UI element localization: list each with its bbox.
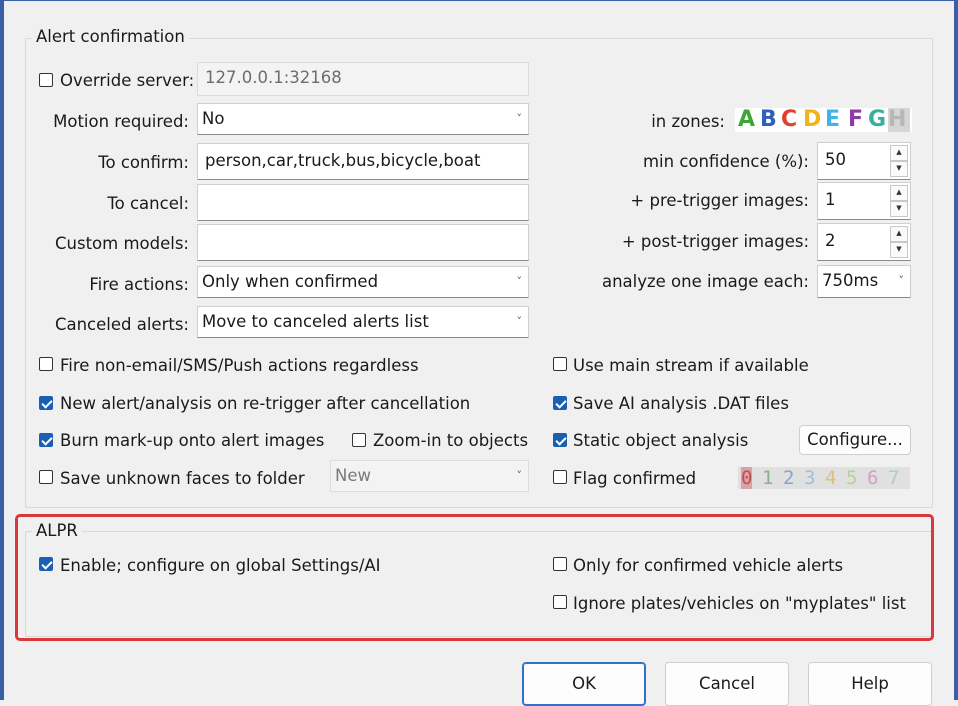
spin-up-icon[interactable]: ▲: [890, 226, 908, 242]
override-server-input[interactable]: 127.0.0.1:32168: [197, 62, 529, 96]
save-unknown-faces-label: Save unknown faces to folder: [60, 469, 305, 488]
motion-required-value: No: [202, 109, 225, 128]
flag-digit-4[interactable]: 4: [825, 467, 836, 489]
face-folder-value: New: [335, 466, 371, 485]
zone-selector[interactable]: A B C D E F G H: [735, 108, 912, 132]
canceled-alerts-value: Move to canceled alerts list: [202, 312, 429, 331]
flag-digits-selector[interactable]: 0 1 2 3 4 5 6 7: [738, 467, 910, 489]
chevron-down-icon: ˅: [516, 469, 523, 482]
in-zones-label: in zones:: [651, 112, 725, 131]
override-server-checkbox[interactable]: [39, 73, 53, 87]
to-cancel-label: To cancel:: [107, 194, 189, 213]
analyze-each-value: 750ms: [822, 271, 879, 290]
flag-digit-3[interactable]: 3: [804, 467, 815, 489]
static-object-checkbox[interactable]: [553, 433, 567, 447]
fire-actions-select[interactable]: Only when confirmed ˅: [197, 266, 529, 298]
flag-digit-6[interactable]: 6: [867, 467, 878, 489]
post-trigger-value: 2: [825, 231, 836, 250]
motion-required-select[interactable]: No ˅: [197, 103, 529, 135]
to-cancel-input[interactable]: [197, 184, 529, 221]
zone-d[interactable]: D: [803, 108, 821, 132]
zoom-in-label: Zoom-in to objects: [373, 431, 529, 450]
zone-a[interactable]: A: [738, 108, 755, 132]
use-main-stream-label: Use main stream if available: [573, 356, 809, 375]
flag-digit-5[interactable]: 5: [846, 467, 857, 489]
motion-required-label: Motion required:: [53, 112, 189, 131]
window-border-right: [954, 0, 958, 700]
to-confirm-label: To confirm:: [98, 153, 189, 172]
spin-down-icon[interactable]: ▼: [890, 161, 908, 177]
cancel-button[interactable]: Cancel: [665, 662, 789, 706]
burn-markup-checkbox[interactable]: [39, 433, 53, 447]
zone-b[interactable]: B: [760, 108, 777, 132]
canceled-alerts-select[interactable]: Move to canceled alerts list ˅: [197, 306, 529, 338]
pre-trigger-label: + pre-trigger images:: [630, 191, 809, 210]
static-object-label: Static object analysis: [573, 431, 749, 450]
post-trigger-label: + post-trigger images:: [621, 232, 809, 251]
custom-models-label: Custom models:: [55, 234, 189, 253]
zone-h[interactable]: H: [888, 108, 910, 132]
face-folder-select[interactable]: New ˅: [330, 460, 529, 492]
override-server-label: Override server:: [60, 71, 195, 90]
to-confirm-input[interactable]: person,car,truck,bus,bicycle,boat: [197, 143, 529, 180]
use-main-stream-checkbox[interactable]: [553, 357, 567, 371]
analyze-each-select[interactable]: 750ms ˅: [817, 265, 911, 298]
min-confidence-spinner[interactable]: 50 ▲ ▼: [817, 142, 911, 180]
pre-trigger-spinner[interactable]: 1 ▲ ▼: [817, 182, 911, 220]
zone-e[interactable]: E: [825, 108, 840, 132]
window-border-left: [0, 0, 4, 700]
zone-g[interactable]: G: [868, 108, 886, 132]
flag-confirmed-checkbox[interactable]: [553, 470, 567, 484]
burn-markup-label: Burn mark-up onto alert images: [60, 431, 325, 450]
fire-non-email-label: Fire non-email/SMS/Push actions regardle…: [60, 356, 419, 375]
min-confidence-value: 50: [825, 150, 846, 169]
zoom-in-checkbox[interactable]: [352, 433, 366, 447]
chevron-down-icon: ˅: [516, 275, 523, 288]
configure-button[interactable]: Configure...: [799, 425, 911, 455]
spin-down-icon[interactable]: ▼: [890, 201, 908, 217]
chevron-down-icon: ˅: [898, 274, 905, 287]
window-border-top: [0, 0, 958, 1]
flag-confirmed-label: Flag confirmed: [573, 469, 697, 488]
analyze-each-label: analyze one image each:: [601, 272, 809, 291]
alpr-highlight-box: [15, 514, 934, 641]
flag-digit-2[interactable]: 2: [783, 467, 794, 489]
zone-f[interactable]: F: [848, 108, 863, 132]
chevron-down-icon: ˅: [516, 315, 523, 328]
flag-digit-1[interactable]: 1: [762, 467, 773, 489]
spin-up-icon[interactable]: ▲: [890, 185, 908, 201]
save-dat-checkbox[interactable]: [553, 396, 567, 410]
chevron-down-icon: ˅: [516, 112, 523, 125]
zone-c[interactable]: C: [781, 108, 797, 132]
spin-down-icon[interactable]: ▼: [890, 242, 908, 258]
fire-actions-value: Only when confirmed: [202, 272, 379, 291]
new-alert-retrigger-checkbox[interactable]: [39, 396, 53, 410]
save-dat-label: Save AI analysis .DAT files: [573, 394, 789, 413]
help-button[interactable]: Help: [808, 662, 932, 706]
flag-digit-0[interactable]: 0: [741, 467, 753, 489]
pre-trigger-value: 1: [825, 190, 836, 209]
save-unknown-faces-checkbox[interactable]: [39, 470, 53, 484]
flag-digit-7[interactable]: 7: [888, 467, 899, 489]
alert-confirmation-title: Alert confirmation: [32, 27, 189, 47]
spin-up-icon[interactable]: ▲: [890, 145, 908, 161]
fire-non-email-checkbox[interactable]: [39, 357, 53, 371]
ok-button[interactable]: OK: [522, 662, 646, 706]
canceled-alerts-label: Canceled alerts:: [54, 315, 189, 334]
new-alert-retrigger-label: New alert/analysis on re-trigger after c…: [60, 394, 471, 413]
fire-actions-label: Fire actions:: [89, 275, 189, 294]
custom-models-input[interactable]: [197, 224, 529, 261]
min-confidence-label: min confidence (%):: [642, 152, 809, 171]
post-trigger-spinner[interactable]: 2 ▲ ▼: [817, 223, 911, 261]
